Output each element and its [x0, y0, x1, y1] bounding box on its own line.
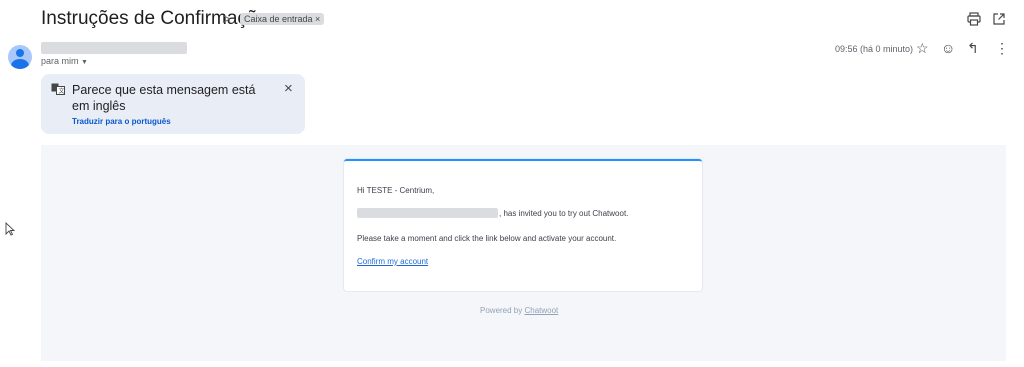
- powered-by-footer: Powered by Chatwoot: [480, 306, 558, 315]
- more-options-icon[interactable]: ⋮: [995, 40, 1009, 57]
- chatwoot-link[interactable]: Chatwoot: [524, 306, 558, 315]
- print-icon[interactable]: [967, 12, 981, 29]
- email-instruction: Please take a moment and click the link …: [357, 234, 617, 243]
- message-timestamp: 09:56 (há 0 minuto): [835, 44, 914, 54]
- close-icon[interactable]: ×: [284, 80, 293, 97]
- powered-by-label: Powered by: [480, 306, 523, 315]
- email-greeting: Hi TESTE - Centrium,: [357, 186, 435, 195]
- importance-marker-icon[interactable]: ᐅ: [222, 13, 230, 26]
- recipient-label: para mim: [41, 56, 79, 66]
- inbox-label-chip[interactable]: Caixa de entrada ×: [240, 13, 325, 25]
- chevron-down-icon: ▼: [81, 59, 88, 66]
- open-in-new-window-icon[interactable]: [992, 12, 1006, 29]
- redacted-sender-name: [41, 42, 187, 54]
- confirm-account-link[interactable]: Confirm my account: [357, 257, 428, 266]
- email-subject: Instruções de Confirmação: [41, 8, 269, 29]
- mouse-pointer-icon: [5, 221, 16, 241]
- emoji-icon[interactable]: ☺: [941, 40, 955, 56]
- email-card: [344, 159, 702, 291]
- recipient-details-toggle[interactable]: para mim ▼: [41, 56, 88, 66]
- invite-text: , has invited you to try out Chatwoot.: [499, 209, 629, 218]
- redacted-inviter-name: [357, 208, 498, 218]
- translate-link[interactable]: Traduzir para o português: [72, 117, 171, 126]
- star-icon[interactable]: ☆: [916, 40, 929, 57]
- sender-avatar[interactable]: [8, 45, 32, 69]
- translate-icon: 文: [51, 83, 65, 98]
- reply-icon[interactable]: ↰: [967, 40, 979, 57]
- translation-message: Parece que esta mensagem está em inglês: [72, 83, 256, 113]
- svg-text:文: 文: [59, 87, 65, 95]
